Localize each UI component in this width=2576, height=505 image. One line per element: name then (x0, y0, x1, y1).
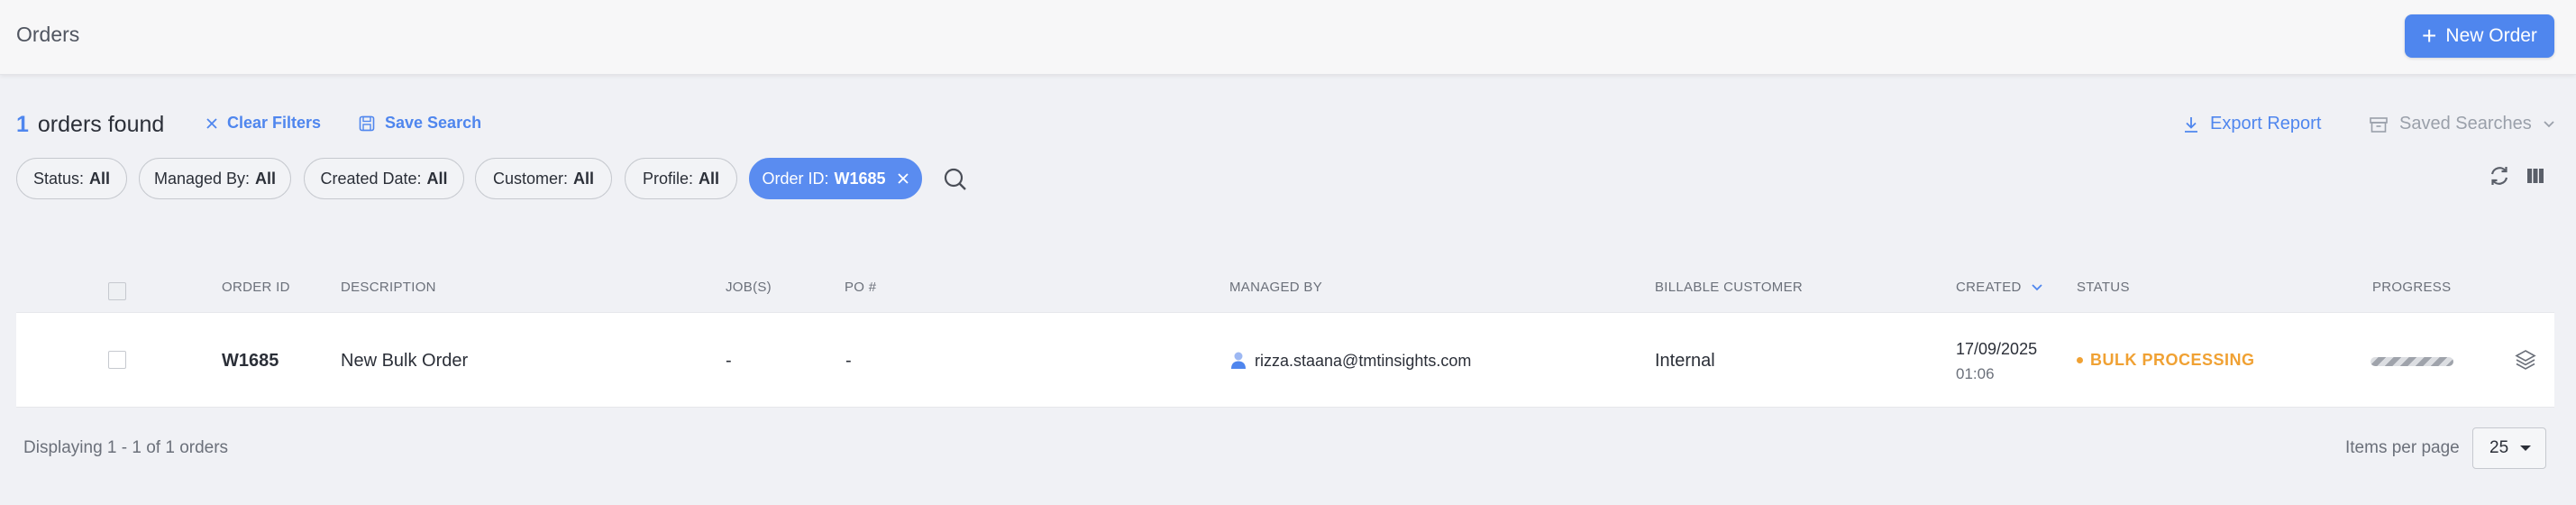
column-header-po[interactable]: PO # (845, 280, 876, 295)
filter-chip-created-date[interactable]: Created Date: All (304, 158, 464, 199)
filter-chip-label: Created Date: (320, 169, 422, 188)
filter-chip-value: All (426, 169, 448, 188)
status-badge: BULK PROCESSING (2077, 351, 2255, 370)
progress-bar (2370, 357, 2453, 366)
column-header-billable-customer[interactable]: BILLABLE CUSTOMER (1655, 280, 1803, 295)
saved-searches-label: Saved Searches (2399, 114, 2532, 133)
filter-chip-label: Order ID: (762, 169, 829, 188)
search-icon[interactable] (941, 165, 970, 194)
items-per-page-value: 25 (2489, 438, 2509, 457)
results-count: 1 (16, 112, 29, 137)
clear-filters-button[interactable]: Clear Filters (206, 114, 321, 133)
managed-by-email: rizza.staana@tmtinsights.com (1255, 351, 1472, 370)
column-header-order-id[interactable]: ORDER ID (222, 280, 290, 295)
column-header-description[interactable]: DESCRIPTION (341, 280, 436, 295)
filter-chip-value: W1685 (834, 169, 886, 188)
filter-chip-value: All (89, 169, 111, 188)
layers-icon[interactable] (2513, 347, 2538, 372)
filter-chip-label: Managed By: (153, 169, 251, 188)
page-title: Orders (16, 23, 80, 46)
results-label: orders found (37, 112, 165, 137)
status-label: BULK PROCESSING (2090, 351, 2255, 369)
items-per-page-label: Items per page (2345, 438, 2460, 457)
save-search-button[interactable]: Save Search (358, 114, 481, 133)
clear-filters-label: Clear Filters (227, 114, 322, 132)
filter-chip-order-id[interactable]: Order ID: W1685 (749, 158, 922, 199)
column-header-created[interactable]: CREATED (1956, 280, 2043, 295)
pagination-summary: Displaying 1 - 1 of 1 orders (23, 438, 229, 457)
plus-icon: + (2422, 22, 2437, 50)
order-id-cell[interactable]: W1685 (222, 351, 279, 372)
columns-icon[interactable] (2526, 166, 2545, 186)
items-per-page-select[interactable]: 25 (2472, 427, 2546, 469)
filter-chip-managed-by[interactable]: Managed By: All (139, 158, 291, 199)
new-order-button[interactable]: + New Order (2405, 14, 2554, 58)
saved-searches-dropdown[interactable]: Saved Searches (2369, 114, 2555, 134)
column-header-managed-by[interactable]: MANAGED BY (1229, 280, 1322, 295)
created-time: 01:06 (1956, 365, 1995, 382)
filter-chip-label: Profile: (642, 169, 693, 188)
archive-icon (2370, 116, 2388, 133)
save-icon (359, 115, 375, 131)
filter-chip-value: All (573, 169, 595, 188)
refresh-icon[interactable] (2488, 164, 2511, 188)
description-cell: New Bulk Order (341, 351, 469, 371)
new-order-label: New Order (2445, 25, 2537, 46)
billable-customer-cell: Internal (1655, 351, 1715, 371)
select-all-checkbox[interactable] (108, 282, 126, 300)
jobs-cell: - (726, 351, 732, 371)
filter-chip-profile[interactable]: Profile: All (625, 158, 737, 199)
filter-chip-customer[interactable]: Customer: All (475, 158, 612, 199)
chevron-down-icon (2544, 120, 2554, 127)
filter-chip-label: Status: (32, 169, 84, 188)
filter-chip-label: Customer: (492, 169, 568, 188)
po-cell: - (845, 351, 852, 371)
save-search-label: Save Search (385, 114, 482, 132)
row-checkbox[interactable] (108, 351, 126, 369)
column-header-status[interactable]: STATUS (2077, 280, 2130, 295)
caret-down-icon (2520, 445, 2531, 451)
filter-chip-value: All (699, 169, 720, 188)
status-dot (2077, 357, 2083, 363)
filter-chip-value: All (255, 169, 277, 188)
export-report-button[interactable]: Export Report (2183, 114, 2321, 134)
download-icon (2185, 116, 2197, 133)
managed-by-cell: rizza.staana@tmtinsights.com (1229, 351, 1471, 371)
results-summary: 1 orders found (16, 112, 164, 138)
export-report-label: Export Report (2210, 114, 2322, 133)
column-header-jobs[interactable]: JOB(S) (726, 280, 772, 295)
close-icon[interactable] (897, 172, 909, 185)
column-header-created-label: CREATED (1956, 280, 2022, 295)
filter-chip-status[interactable]: Status: All (16, 158, 127, 199)
sort-down-icon (2032, 284, 2042, 291)
created-date: 17/09/2025 (1956, 340, 2038, 358)
user-icon (1231, 352, 1246, 369)
column-header-progress[interactable]: PROGRESS (2372, 280, 2451, 295)
close-icon (206, 117, 217, 129)
table-row[interactable]: W1685 New Bulk Order - - rizza.staana@tm… (16, 312, 2554, 408)
page-header: Orders + New Order (0, 0, 2576, 75)
